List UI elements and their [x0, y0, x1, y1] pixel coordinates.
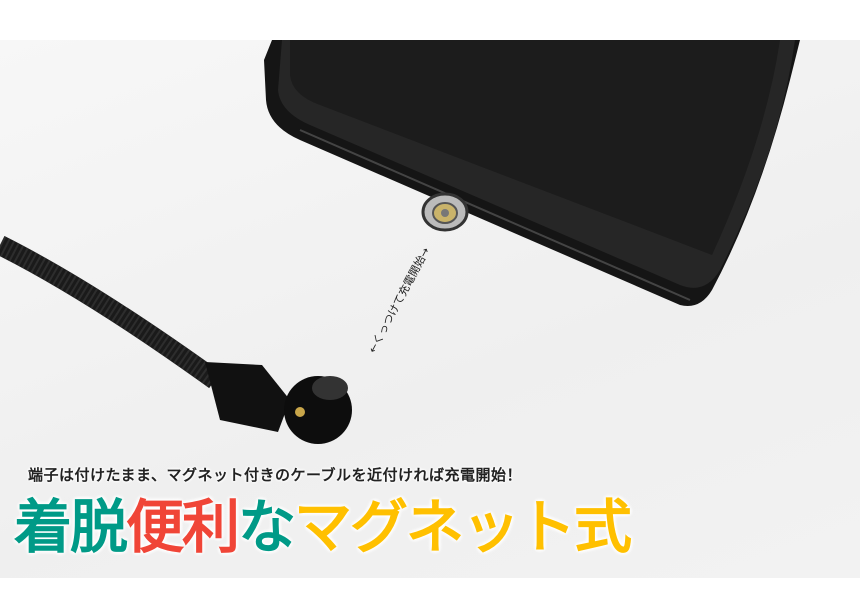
headline: 着脱便利なマグネット式	[14, 492, 632, 562]
smartphone	[264, 40, 860, 306]
headline-part-4: マグネット式	[294, 493, 632, 561]
caption: 端子は付けたまま、マグネット付きのケーブルを近付ければ充電開始！	[28, 466, 523, 484]
headline-part-1: 着脱	[14, 493, 128, 561]
headline-part-2: 便利	[126, 493, 240, 561]
magnetic-tip	[421, 192, 469, 232]
braided-cable	[0, 236, 352, 444]
headline-part-3: な	[238, 493, 296, 561]
